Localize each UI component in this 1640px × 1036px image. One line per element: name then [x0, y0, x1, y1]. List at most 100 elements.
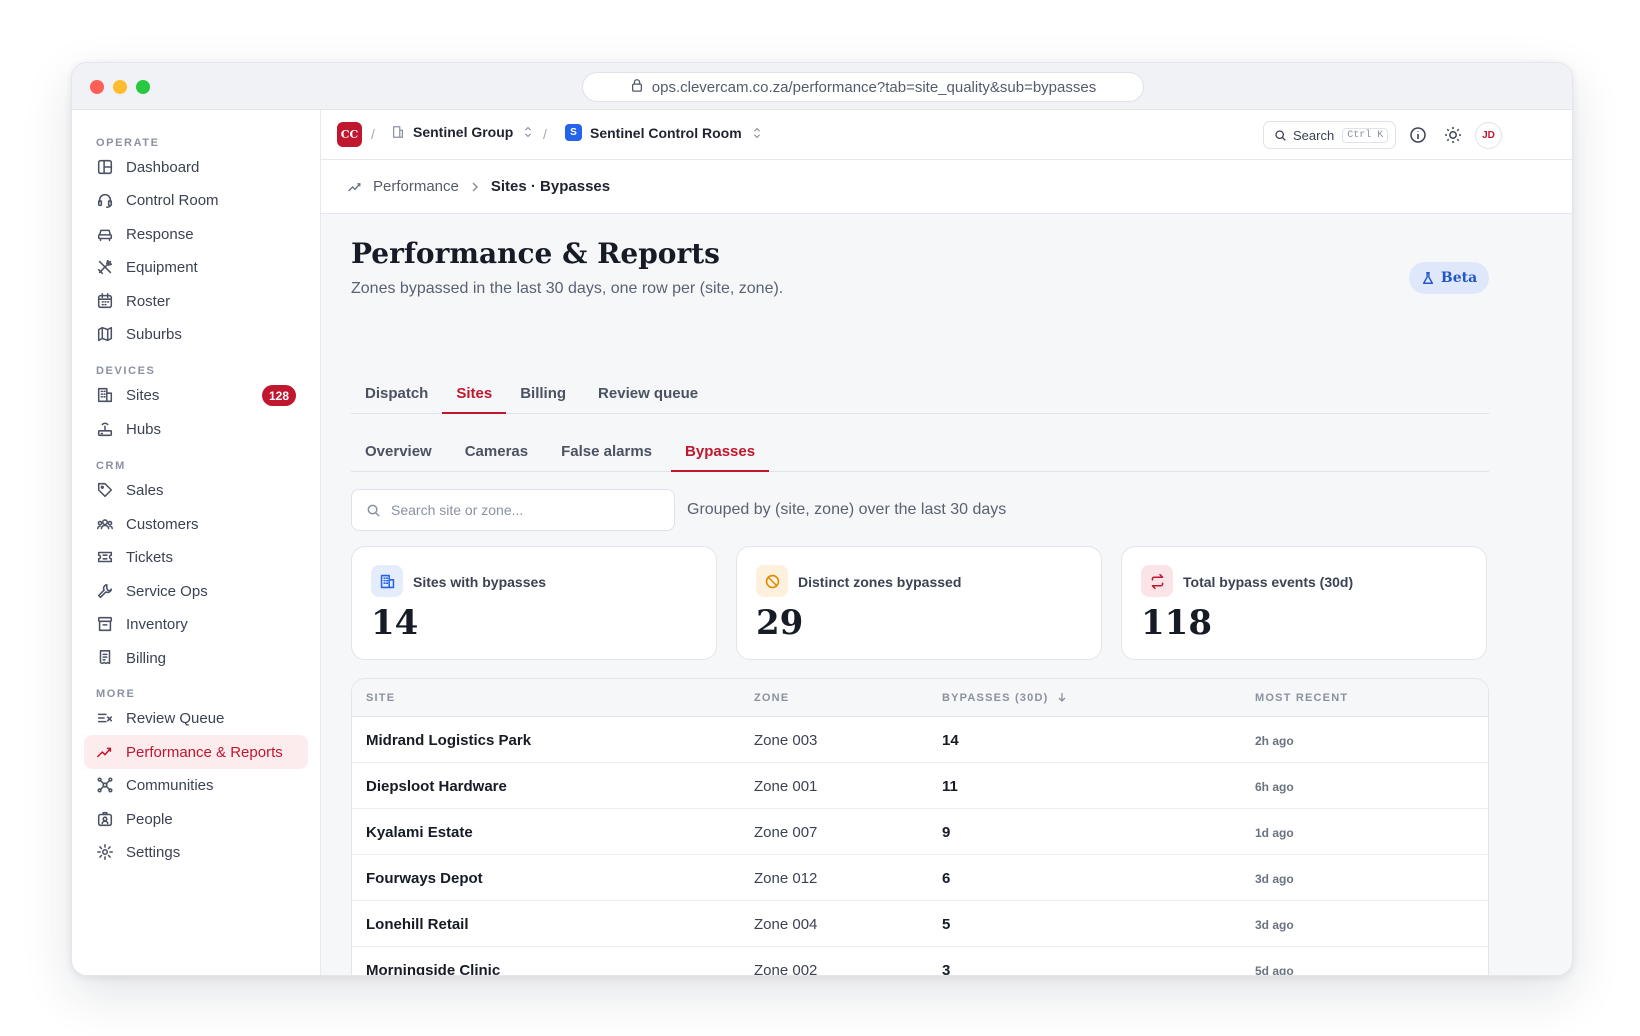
maximize-window-button[interactable]: [136, 80, 150, 94]
cell-recent: 3d ago: [1255, 918, 1294, 932]
breadcrumb: Performance Sites · Bypasses: [321, 160, 1572, 214]
main-content: CC / Sentinel Group / S Sentinel Control…: [321, 110, 1572, 976]
column-header-bypasses[interactable]: BYPASSES (30D): [942, 692, 1067, 704]
cell-zone: Zone 012: [754, 870, 818, 887]
table-row[interactable]: Lonehill Retail Zone 004 5 3d ago: [352, 901, 1488, 947]
table-row[interactable]: Kyalami Estate Zone 007 9 1d ago: [352, 809, 1488, 855]
table-row[interactable]: Midrand Logistics Park Zone 003 14 2h ag…: [352, 717, 1488, 763]
tab-dispatch[interactable]: Dispatch: [351, 374, 442, 413]
sidebar-item-service-ops[interactable]: Service Ops: [84, 574, 308, 608]
tag-icon: [97, 482, 113, 498]
sidebar-item-customers[interactable]: Customers: [84, 507, 308, 541]
address-bar[interactable]: ops.clevercam.co.za/performance?tab=site…: [582, 72, 1144, 102]
chevron-right-icon: [472, 181, 478, 192]
beta-badge: Beta: [1409, 262, 1489, 294]
search-input[interactable]: [391, 502, 651, 518]
sidebar-item-control-room[interactable]: Control Room: [84, 183, 308, 217]
tab-review-queue[interactable]: Review queue: [580, 374, 712, 413]
theme-sun-icon[interactable]: [1443, 125, 1463, 145]
map-icon: [97, 326, 113, 342]
search-icon: [367, 504, 380, 517]
sidebar-item-tickets[interactable]: Tickets: [84, 540, 308, 574]
page-title: Performance & Reports: [351, 237, 720, 270]
building-icon: [371, 565, 403, 597]
close-window-button[interactable]: [90, 80, 104, 94]
top-bar: CC / Sentinel Group / S Sentinel Control…: [321, 110, 1572, 160]
sidebar-item-review-queue[interactable]: Review Queue: [84, 701, 308, 735]
org-switcher[interactable]: Sentinel Group: [391, 124, 535, 140]
section-label-crm: CRM: [96, 460, 126, 472]
control-room-switcher[interactable]: S Sentinel Control Room: [565, 124, 764, 141]
stat-card-zones: Distinct zones bypassed 29: [736, 546, 1102, 660]
sidebar-item-people[interactable]: People: [84, 802, 308, 836]
stat-value: 118: [1141, 603, 1212, 643]
table-row[interactable]: Morningside Clinic Zone 002 3 5d ago: [352, 947, 1488, 976]
shortcut-hint: Ctrl K: [1342, 127, 1389, 143]
cell-zone: Zone 002: [754, 962, 818, 976]
tab-billing[interactable]: Billing: [506, 374, 580, 413]
sidebar-item-dashboard[interactable]: Dashboard: [84, 150, 308, 184]
sidebar-item-roster[interactable]: Roster: [84, 284, 308, 318]
sidebar-item-hubs[interactable]: Hubs: [84, 412, 308, 446]
control-room-logo: S: [565, 124, 582, 141]
sidebar-item-suburbs[interactable]: Suburbs: [84, 317, 308, 351]
sidebar-item-inventory[interactable]: Inventory: [84, 607, 308, 641]
sidebar-item-response[interactable]: Response: [84, 217, 308, 251]
search-icon: [1275, 129, 1286, 141]
cell-bypasses: 14: [942, 732, 959, 749]
section-label-operate: OPERATE: [96, 137, 160, 149]
chevron-updown-icon: [525, 126, 532, 138]
sidebar-item-communities[interactable]: Communities: [84, 768, 308, 802]
sidebar-item-sites[interactable]: Sites 128: [84, 378, 308, 412]
chevron-updown-icon: [753, 127, 760, 138]
column-header-zone[interactable]: ZONE: [754, 692, 789, 704]
table-row[interactable]: Fourways Depot Zone 012 6 3d ago: [352, 855, 1488, 901]
info-icon[interactable]: [1408, 125, 1428, 145]
sidebar-item-billing[interactable]: Billing: [84, 641, 308, 675]
browser-titlebar: ops.clevercam.co.za/performance?tab=site…: [72, 63, 1572, 110]
site-zone-search[interactable]: [351, 489, 675, 531]
stat-value: 14: [371, 603, 419, 643]
sidebar-item-equipment[interactable]: Equipment: [84, 250, 308, 284]
cell-bypasses: 11: [942, 778, 958, 795]
sidebar-item-settings[interactable]: Settings: [84, 835, 308, 869]
url-text: ops.clevercam.co.za/performance?tab=site…: [651, 78, 1097, 96]
cell-recent: 3d ago: [1255, 872, 1294, 886]
stat-card-events: Total bypass events (30d) 118: [1121, 546, 1487, 660]
id-badge-icon: [97, 811, 113, 827]
tools-icon: [97, 259, 113, 275]
stat-label: Distinct zones bypassed: [798, 574, 962, 590]
cell-recent: 6h ago: [1255, 780, 1294, 794]
section-label-devices: DEVICES: [96, 365, 156, 377]
user-avatar[interactable]: JD: [1475, 122, 1502, 149]
table-row[interactable]: Diepsloot Hardware Zone 001 11 6h ago: [352, 763, 1488, 809]
minimize-window-button[interactable]: [113, 80, 127, 94]
subtab-false-alarms[interactable]: False alarms: [542, 431, 666, 471]
cell-recent: 5d ago: [1255, 964, 1294, 976]
cell-bypasses: 6: [942, 870, 951, 887]
table-header: SITE ZONE BYPASSES (30D) MOST RECENT: [352, 679, 1488, 717]
sidebar-item-performance-reports[interactable]: Performance & Reports: [84, 735, 308, 769]
building-icon: [393, 126, 403, 138]
cell-site: Lonehill Retail: [366, 916, 469, 933]
stat-card-sites: Sites with bypasses 14: [351, 546, 717, 660]
subtab-bypasses[interactable]: Bypasses: [671, 431, 770, 472]
global-search-button[interactable]: Search Ctrl K: [1263, 121, 1396, 149]
users-icon: [97, 519, 113, 530]
column-header-most-recent[interactable]: MOST RECENT: [1255, 692, 1348, 704]
cell-bypasses: 3: [942, 962, 951, 976]
gear-icon: [97, 844, 113, 860]
network-icon: [97, 777, 113, 793]
sidebar-item-sales[interactable]: Sales: [84, 473, 308, 507]
subtab-overview[interactable]: Overview: [351, 431, 446, 471]
column-header-site[interactable]: SITE: [366, 692, 395, 704]
cell-zone: Zone 007: [754, 824, 818, 841]
tab-sites[interactable]: Sites: [442, 374, 507, 414]
sidebar: OPERATE Dashboard Control Room Response …: [72, 110, 321, 975]
cell-site: Kyalami Estate: [366, 824, 473, 841]
headset-icon: [97, 193, 113, 208]
ban-icon: [756, 565, 788, 597]
subtab-cameras[interactable]: Cameras: [446, 431, 542, 471]
app-logo[interactable]: CC: [337, 122, 362, 147]
breadcrumb-parent[interactable]: Performance: [373, 178, 459, 195]
